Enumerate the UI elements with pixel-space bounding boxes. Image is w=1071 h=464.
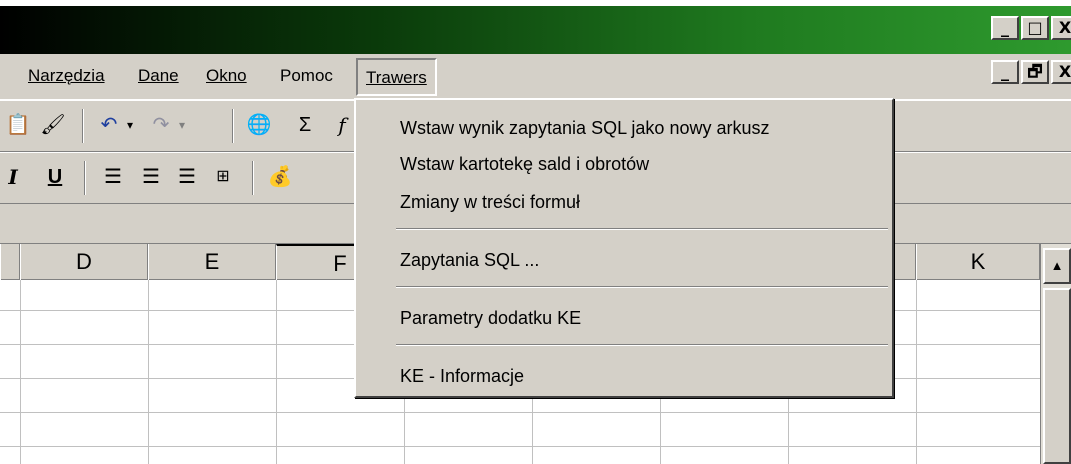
menu-item-sql-queries[interactable]: Zapytania SQL ... [400, 250, 539, 271]
redo-dropdown-icon[interactable]: ▾ [174, 111, 190, 139]
title-bar [0, 6, 1071, 54]
minimize-window-button[interactable]: _ [991, 16, 1019, 40]
undo-icon[interactable]: ↶ [96, 111, 122, 139]
align-center-icon[interactable]: ☰ [136, 163, 166, 191]
maximize-window-button[interactable]: □ [1021, 16, 1049, 40]
toolbar-separator [232, 109, 234, 143]
menu-item-formula-changes[interactable]: Zmiany w treści formuł [400, 192, 580, 213]
grid-col-line [276, 280, 277, 464]
menu-separator [396, 344, 888, 346]
trawers-dropdown-menu: Wstaw wynik zapytania SQL jako nowy arku… [354, 98, 894, 398]
menu-bar: Narzędzia Dane Okno Pomoc Trawers [0, 54, 1071, 100]
grid-row-line [0, 446, 1040, 447]
toolbar-separator [84, 161, 86, 195]
hyperlink-icon[interactable]: 🌐 [244, 111, 274, 139]
column-header-k[interactable]: K [916, 244, 1040, 280]
grid-col-line [916, 280, 917, 464]
menu-item-insert-sql-result[interactable]: Wstaw wynik zapytania SQL jako nowy arku… [400, 118, 769, 139]
grid-row-line [0, 412, 1040, 413]
redo-icon[interactable]: ↷ [148, 111, 174, 139]
vertical-scrollbar[interactable]: ▲ [1040, 244, 1071, 464]
undo-dropdown-icon[interactable]: ▾ [122, 111, 138, 139]
menu-item-addin-parameters[interactable]: Parametry dodatku KE [400, 308, 581, 329]
menu-narzedzia[interactable]: Narzędzia [28, 66, 105, 86]
arrow-up-icon: ▲ [1050, 258, 1064, 273]
menu-okno-label: Okno [206, 66, 247, 85]
format-painter-icon[interactable]: 🖌 [36, 111, 70, 139]
column-header-partial[interactable] [0, 244, 20, 280]
paste-icon[interactable]: 📋 [4, 111, 32, 139]
document-controls: _ 🗗 X [991, 60, 1071, 84]
function-icon[interactable]: f [332, 111, 352, 139]
toolbar-separator [82, 109, 84, 143]
menu-separator [396, 228, 888, 230]
column-header-d[interactable]: D [20, 244, 148, 280]
menu-narzedzia-label: Narzędzia [28, 66, 105, 85]
menu-separator [396, 286, 888, 288]
menu-trawers-label: Trawers [366, 68, 427, 87]
menu-okno[interactable]: Okno [206, 66, 247, 86]
grid-col-line [20, 280, 21, 464]
align-left-icon[interactable]: ☰ [98, 163, 128, 191]
close-document-button[interactable]: X [1051, 60, 1071, 84]
toolbar-separator [252, 161, 254, 195]
scroll-up-button[interactable]: ▲ [1043, 248, 1071, 284]
menu-dane-label: Dane [138, 66, 179, 85]
minimize-document-button[interactable]: _ [991, 60, 1019, 84]
menu-dane[interactable]: Dane [138, 66, 179, 86]
window-controls: _ □ X [991, 16, 1071, 40]
underline-icon[interactable]: U [44, 163, 66, 191]
restore-document-button[interactable]: 🗗 [1021, 60, 1049, 84]
merge-center-icon[interactable]: ⊞ [208, 163, 238, 191]
menu-pomoc[interactable]: Pomoc [280, 66, 333, 86]
autosum-icon[interactable]: Σ [292, 111, 318, 139]
grid-col-line [148, 280, 149, 464]
scroll-thumb[interactable] [1043, 288, 1071, 464]
currency-icon[interactable]: 💰 [264, 163, 296, 191]
menu-trawers[interactable]: Trawers [356, 58, 437, 96]
column-header-e[interactable]: E [148, 244, 276, 280]
menu-item-ke-information[interactable]: KE - Informacje [400, 366, 524, 387]
align-right-icon[interactable]: ☰ [172, 163, 202, 191]
menu-pomoc-label: Pomoc [280, 66, 333, 85]
close-window-button[interactable]: X [1051, 16, 1071, 40]
menu-item-insert-balance-sheet[interactable]: Wstaw kartotekę sald i obrotów [400, 154, 649, 175]
italic-icon[interactable]: I [4, 163, 22, 191]
